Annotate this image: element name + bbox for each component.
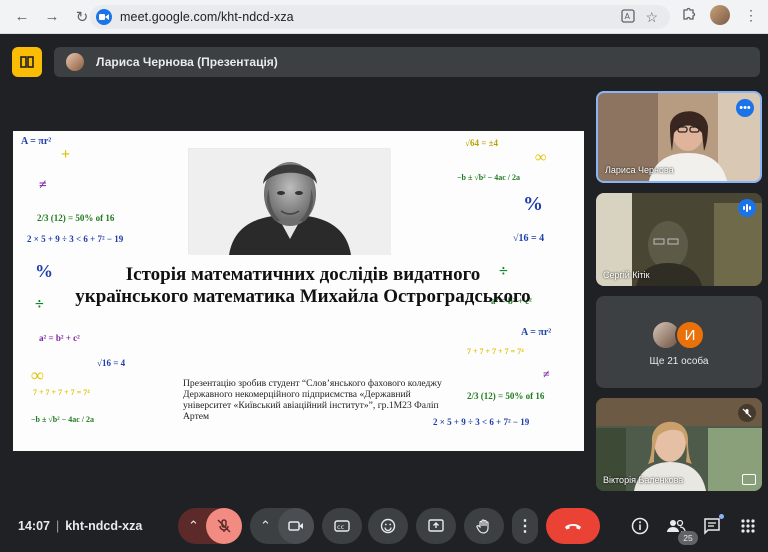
back-icon[interactable]: ← — [10, 5, 34, 29]
formula-decoration: + — [61, 146, 71, 163]
presenter-label: Лариса Чернова (Презентація) — [96, 55, 278, 69]
star-icon[interactable]: ☆ — [645, 9, 658, 26]
forward-icon[interactable]: → — [40, 5, 64, 29]
svg-text:A: A — [625, 12, 631, 21]
svg-text:cc: cc — [337, 523, 345, 531]
presentation-slide: A = πr² + ≠ 2/3 (12) = 50% of 16 2 × 5 + 9 ÷… — [13, 131, 584, 451]
meeting-area: Лариса Чернова (Презентація) A = πr² + ≠ 2/… — [0, 34, 768, 552]
formula-decoration: 2 × 5 + 9 ÷ 3 < 6 + 7² − 19 — [27, 234, 124, 244]
formula-decoration: √16 = 4 — [97, 358, 126, 368]
formula-decoration: 7 + 7 + 7 + 7 = 7⁴ — [33, 388, 90, 397]
present-icon — [428, 519, 444, 532]
more-options-button[interactable]: ⋮ — [512, 508, 538, 544]
info-icon — [631, 517, 649, 535]
chat-notification-dot — [719, 514, 724, 519]
presenter-chip[interactable]: Лариса Чернова (Презентація) — [54, 47, 760, 77]
captions-icon: cc — [334, 520, 350, 532]
meet-site-icon — [96, 9, 112, 25]
avatar — [66, 53, 84, 71]
more-options-icon[interactable]: ••• — [736, 99, 754, 117]
mic-off-icon — [217, 519, 231, 533]
portrait-image — [188, 148, 391, 255]
url-text: meet.google.com/kht-ndcd-xza — [120, 10, 294, 24]
formula-decoration: 2/3 (12) = 50% of 16 — [467, 391, 545, 401]
chat-button[interactable] — [700, 514, 724, 538]
participant-tile-serhii[interactable]: Сергій Кітік — [596, 193, 762, 286]
end-call-icon — [565, 524, 581, 530]
formula-decoration: ≠ — [39, 178, 47, 193]
browser-toolbar: ← → ↻ meet.google.com/kht-ndcd-xza A ☆ ⋮ — [0, 0, 768, 34]
grid-icon — [741, 519, 755, 533]
participant-tile-viktoriia[interactable]: Вікторія Баленкова — [596, 398, 762, 491]
formula-decoration: ∞ — [31, 365, 44, 385]
meet-logo-icon[interactable] — [12, 47, 42, 77]
participant-avatars: И — [651, 320, 711, 350]
emoji-icon — [380, 518, 396, 534]
captions-button[interactable]: cc — [322, 508, 362, 544]
formula-decoration: 7 + 7 + 7 + 7 = 7⁴ — [467, 347, 524, 356]
participant-name: Лариса Чернова — [605, 165, 674, 175]
address-bar[interactable]: meet.google.com/kht-ndcd-xza A ☆ — [90, 5, 670, 29]
control-bar: 14:07 | kht-ndcd-xza ⌃ ⌃ cc ⋮ — [0, 504, 768, 552]
formula-decoration: a² = b² + c² — [39, 333, 80, 343]
activities-button[interactable] — [736, 514, 760, 538]
fullscreen-icon[interactable] — [742, 474, 756, 485]
participant-count-badge: 25 — [678, 531, 698, 545]
meeting-code: kht-ndcd-xza — [65, 519, 143, 533]
chat-icon — [704, 518, 720, 535]
profile-avatar[interactable] — [710, 5, 730, 25]
camera-icon — [288, 521, 303, 531]
camera-toggle-button[interactable] — [278, 508, 314, 544]
more-participants-label: Ще 21 особа — [649, 356, 709, 367]
formula-decoration: −b ± √b² − 4ac / 2a — [457, 173, 520, 182]
reactions-button[interactable] — [368, 508, 408, 544]
chevron-up-icon: ⌃ — [188, 518, 199, 533]
meeting-info-text: 14:07 | kht-ndcd-xza — [18, 519, 143, 533]
translate-icon[interactable]: A — [621, 9, 636, 26]
present-button[interactable] — [416, 508, 456, 544]
slide-credit: Презентацію зробив студент “Слов’янськог… — [183, 378, 442, 422]
mic-toggle-button[interactable] — [206, 508, 242, 544]
speaking-indicator-icon — [738, 199, 756, 217]
formula-decoration: 2 × 5 + 9 ÷ 3 < 6 + 7² − 19 — [433, 417, 530, 427]
formula-decoration: ÷ — [35, 296, 44, 313]
participant-name: Сергій Кітік — [603, 270, 650, 280]
formula-decoration: A = πr² — [521, 327, 552, 338]
formula-decoration: √16 = 4 — [513, 233, 545, 244]
meeting-time: 14:07 — [18, 519, 50, 533]
end-call-button[interactable] — [546, 508, 600, 544]
chevron-up-icon: ⌃ — [260, 518, 271, 533]
formula-decoration: √64 = ±4 — [465, 138, 499, 148]
hand-icon — [476, 519, 489, 534]
puzzle-icon[interactable] — [681, 6, 696, 24]
slide-title: Історія математичних дослідів видатного … — [75, 264, 531, 307]
participant-name: Вікторія Баленкова — [603, 475, 684, 485]
participant-tile-larysa[interactable]: ••• Лариса Чернова — [596, 91, 762, 183]
mic-off-icon — [738, 404, 756, 422]
formula-decoration: % — [35, 261, 53, 281]
meeting-details-button[interactable] — [628, 514, 652, 538]
menu-icon[interactable]: ⋮ — [744, 7, 758, 24]
formula-decoration: A = πr² — [21, 136, 52, 147]
more-vert-icon: ⋮ — [517, 518, 533, 535]
more-participants-tile[interactable]: И Ще 21 особа — [596, 296, 762, 388]
formula-decoration: ≠ — [543, 367, 550, 381]
raise-hand-button[interactable] — [464, 508, 504, 544]
formula-decoration: % — [523, 193, 543, 215]
formula-decoration: −b ± √b² − 4ac / 2a — [31, 415, 94, 424]
avatar: И — [675, 320, 705, 350]
formula-decoration: 2/3 (12) = 50% of 16 — [37, 213, 115, 223]
formula-decoration: ∞ — [535, 149, 547, 166]
